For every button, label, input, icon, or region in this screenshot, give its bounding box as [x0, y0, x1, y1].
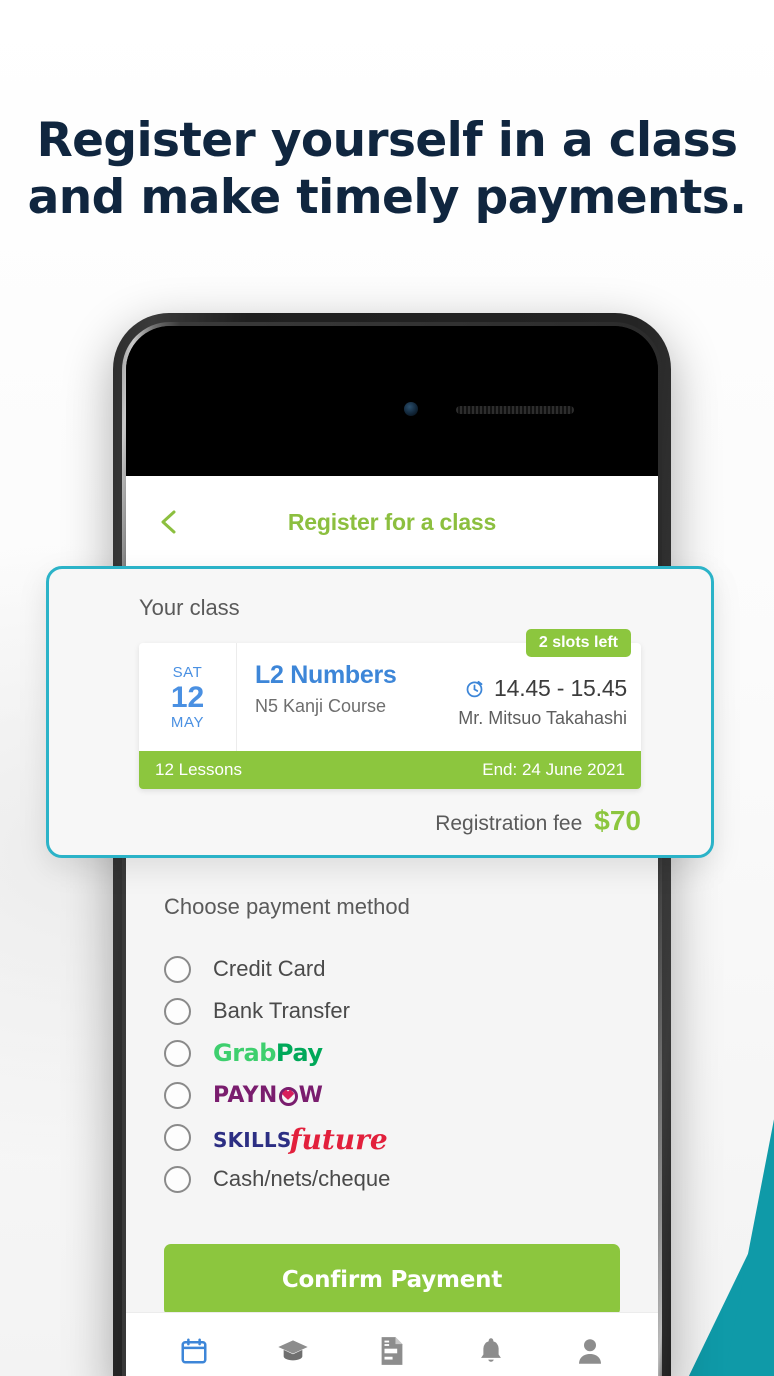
app-header: Register for a class — [126, 476, 658, 568]
paynow-logo-part2: W — [298, 1082, 324, 1108]
class-lessons-count: 12 Lessons — [155, 760, 242, 779]
payment-option-bank-transfer[interactable]: Bank Transfer — [164, 990, 658, 1032]
page-headline: Register yourself in a class and make ti… — [0, 112, 774, 226]
class-card-top: SAT 12 MAY L2 Numbers N5 Kanji Course 2 … — [139, 629, 641, 751]
class-name: L2 Numbers — [255, 661, 397, 689]
payment-option-label: Bank Transfer — [213, 998, 350, 1023]
alarm-clock-icon — [466, 680, 483, 698]
confirm-button-wrap: Confirm Payment — [126, 1200, 658, 1316]
radio-paynow[interactable] — [164, 1081, 191, 1109]
graduation-cap-icon — [278, 1339, 308, 1360]
slots-left-badge: 2 slots left — [525, 629, 631, 657]
paynow-heart-icon — [278, 1086, 298, 1106]
registration-fee-value: $70 — [594, 805, 641, 836]
nav-item-calendar[interactable] — [164, 1326, 224, 1376]
class-course: N5 Kanji Course — [255, 696, 387, 716]
class-teacher: Mr. Mitsuo Takahashi — [458, 708, 627, 728]
payment-option-grabpay[interactable]: GrabPay — [164, 1032, 658, 1074]
earpiece-speaker-icon — [456, 406, 574, 414]
class-date-column: SAT 12 MAY — [139, 643, 237, 751]
payment-method-list: Credit Card Bank Transfer GrabPay PAYN W… — [126, 948, 658, 1200]
class-date-day: 12 — [170, 680, 205, 714]
registration-fee-label: Registration fee — [435, 812, 583, 835]
bottom-navigation-bar — [126, 1312, 658, 1376]
headline-line-2: and make timely payments. — [27, 170, 747, 225]
grabpay-logo-part1: Grab — [213, 1039, 276, 1067]
radio-grabpay[interactable] — [164, 1039, 191, 1067]
nav-item-notifications[interactable] — [461, 1326, 521, 1376]
payment-option-skillsfuture[interactable]: SKILLS future — [164, 1116, 658, 1158]
paynow-logo-part1: PAYN — [213, 1082, 278, 1108]
payment-option-label: Cash/nets/cheque — [213, 1166, 391, 1191]
calendar-icon — [181, 1338, 207, 1363]
headline-line-1: Register yourself in a class — [36, 113, 738, 168]
back-button[interactable] — [156, 509, 182, 535]
nav-item-courses[interactable] — [263, 1326, 323, 1376]
confirm-payment-button[interactable]: Confirm Payment — [164, 1244, 620, 1316]
payment-option-credit-card[interactable]: Credit Card — [164, 948, 658, 990]
radio-cash-nets-cheque[interactable] — [164, 1165, 191, 1193]
payment-option-cash-nets-cheque[interactable]: Cash/nets/cheque — [164, 1158, 658, 1200]
class-date-month: MAY — [170, 713, 205, 731]
grabpay-logo: GrabPay — [213, 1039, 323, 1067]
grabpay-logo-part2: Pay — [275, 1039, 323, 1067]
skillsfuture-logo-part1: SKILLS — [213, 1127, 292, 1152]
front-camera-icon — [404, 402, 418, 416]
skillsfuture-logo-part2: future — [289, 1122, 388, 1156]
chevron-left-icon — [161, 510, 176, 534]
radio-credit-card[interactable] — [164, 955, 191, 983]
class-time-column: 2 slots left 14.45 - 15.45 Mr. Mitsuo Ta… — [417, 629, 641, 751]
payment-option-paynow[interactable]: PAYN W — [164, 1074, 658, 1116]
person-icon — [579, 1338, 602, 1364]
paynow-logo: PAYN W — [213, 1083, 323, 1108]
radio-bank-transfer[interactable] — [164, 997, 191, 1025]
class-card-footer: 12 Lessons End: 24 June 2021 — [139, 751, 641, 789]
bell-icon — [481, 1337, 502, 1362]
your-class-callout: Your class SAT 12 MAY L2 Numbers N5 Kanj… — [46, 566, 714, 858]
page-title: Register for a class — [287, 508, 497, 535]
class-info-column: L2 Numbers N5 Kanji Course — [237, 643, 417, 751]
class-date-dow: SAT — [172, 663, 203, 681]
payment-section-title: Choose payment method — [164, 894, 410, 919]
skillsfuture-logo: SKILLS future — [213, 1121, 388, 1156]
class-time: 14.45 - 15.45 — [494, 675, 627, 701]
page-root: Register yourself in a class and make ti… — [0, 0, 774, 1376]
phone-top-bezel — [126, 326, 658, 476]
payment-option-label: Credit Card — [213, 956, 326, 981]
class-time-row: 14.45 - 15.45 — [417, 675, 627, 702]
registration-fee-row: Registration fee $70 — [49, 805, 641, 837]
nav-item-profile[interactable] — [560, 1326, 620, 1376]
callout-section-title: Your class — [139, 595, 240, 620]
class-end-date: End: 24 June 2021 — [482, 760, 625, 779]
nav-item-documents[interactable] — [362, 1326, 422, 1376]
document-icon — [381, 1336, 403, 1365]
class-card[interactable]: SAT 12 MAY L2 Numbers N5 Kanji Course 2 … — [139, 629, 641, 789]
radio-skillsfuture[interactable] — [164, 1123, 191, 1151]
